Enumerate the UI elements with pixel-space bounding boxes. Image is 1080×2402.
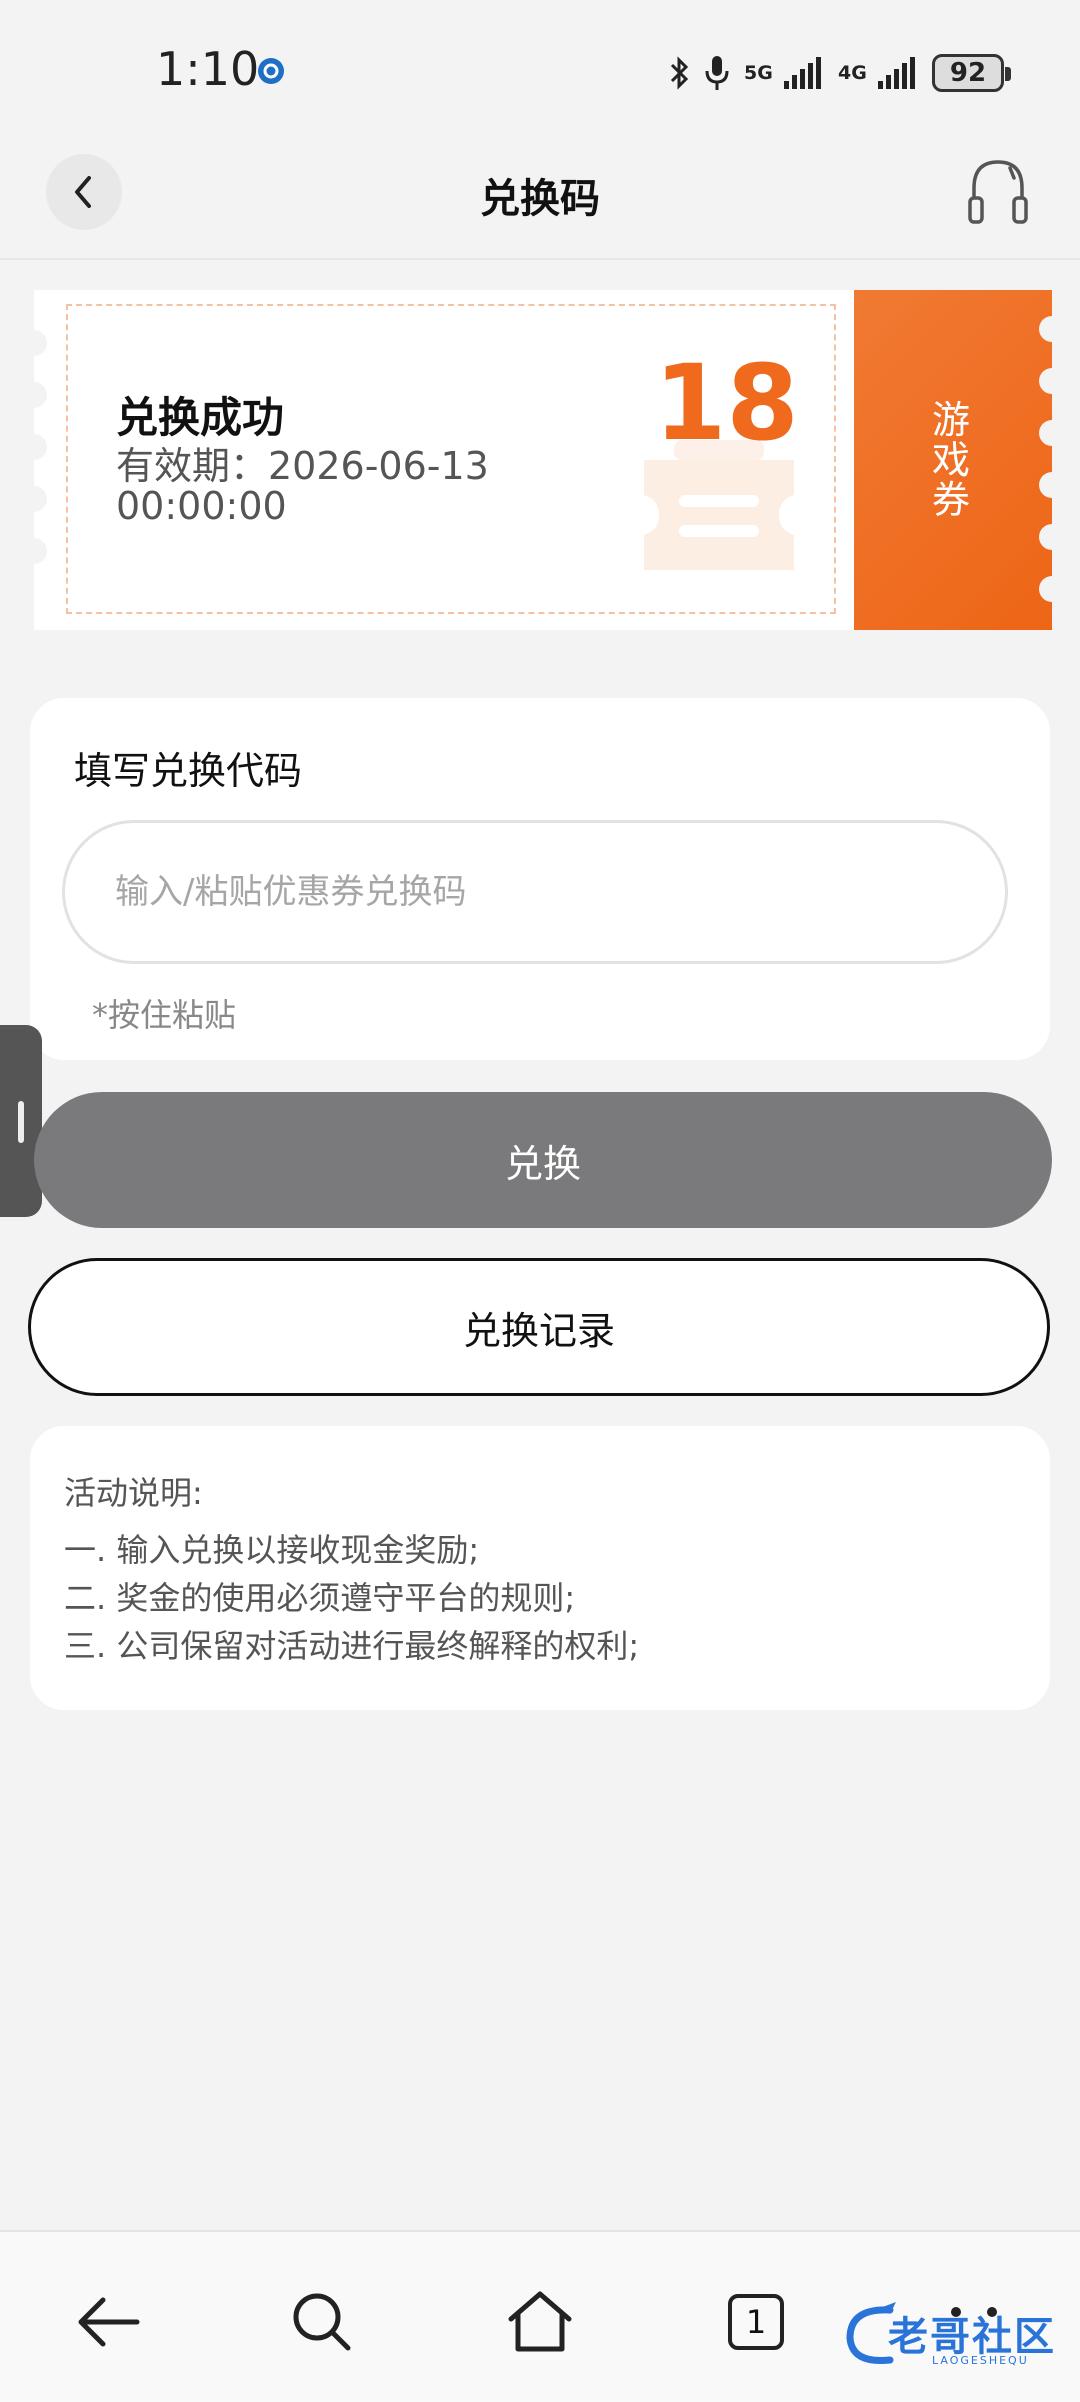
coupon-status: 兑换成功 [116,393,285,442]
coupon-type: 游戏券 [931,398,970,522]
coupon-notch [34,382,47,408]
nav-tabs-button[interactable]: 1 [716,2282,796,2362]
coupon-amount: 18 [654,342,799,464]
network-type-2: 4G [838,62,867,84]
coupon-notch [1039,420,1052,446]
nav-home-button[interactable] [500,2282,580,2362]
coupon-notch [1039,576,1052,602]
battery-level: 92 [949,58,987,88]
page-title: 兑换码 [480,176,600,222]
search-icon [293,2293,351,2351]
coupon-notch [34,434,47,460]
paste-hint: *按住粘贴 [92,996,237,1034]
coupon-card: 兑换成功 有效期：2026-06-13 00:00:00 18 游戏券 [34,290,1052,630]
redeem-button[interactable]: 兑换 [34,1092,1052,1228]
code-form-label: 填写兑换代码 [74,749,303,793]
coupon-notch [1039,316,1052,342]
nav-back-button[interactable] [68,2282,148,2362]
redeem-code-input[interactable] [62,820,1008,964]
app-notification-icon [258,58,284,84]
microphone-icon [705,56,729,90]
rules-title: 活动说明: [64,1474,203,1512]
redeem-history-button[interactable]: 兑换记录 [28,1258,1050,1396]
customer-service-icon[interactable] [966,154,1030,230]
coupon-notch [34,538,47,564]
coupon-body: 兑换成功 有效期：2026-06-13 00:00:00 18 [34,290,854,630]
coupon-notch [34,486,47,512]
signal-icon-2 [878,57,915,89]
rules-list: 一. 输入兑换以接收现金奖励; 二. 奖金的使用必须遵守平台的规则; 三. 公司… [64,1526,639,1670]
status-icons: 5G 4G 92 [668,48,1011,98]
home-icon [508,2291,572,2352]
nav-search-button[interactable] [282,2282,362,2362]
battery-indicator: 92 [932,54,1011,92]
rule-item: 三. 公司保留对活动进行最终解释的权利; [64,1627,640,1665]
coupon-notch [34,330,47,356]
coupon-stub: 游戏券 [854,290,1052,630]
status-bar: 1:10 5G 4G 92 [0,0,1080,140]
header-divider [0,258,1080,260]
network-type-1: 5G [744,62,773,84]
header: 兑换码 [0,140,1080,258]
signal-icon [784,57,821,89]
watermark-subtext: LAOGESHEQU [932,2354,1029,2367]
floating-side-handle[interactable] [0,1025,42,1217]
coupon-validity: 有效期：2026-06-13 00:00:00 [116,444,489,528]
site-watermark: 老哥社区 LAOGESHEQU [840,2298,1070,2378]
code-form-card: 填写兑换代码 *按住粘贴 [30,698,1050,1060]
tab-count: 1 [728,2294,784,2350]
rule-item: 一. 输入兑换以接收现金奖励; [64,1531,480,1569]
back-arrow-icon [78,2297,140,2347]
rule-item: 二. 奖金的使用必须遵守平台的规则; [64,1579,576,1617]
bluetooth-icon [670,56,689,90]
activity-rules-card: 活动说明: 一. 输入兑换以接收现金奖励; 二. 奖金的使用必须遵守平台的规则;… [30,1426,1050,1710]
coupon-notch [1039,524,1052,550]
status-time: 1:10 [156,42,260,96]
coupon-notch [1039,368,1052,394]
coupon-notch [1039,472,1052,498]
